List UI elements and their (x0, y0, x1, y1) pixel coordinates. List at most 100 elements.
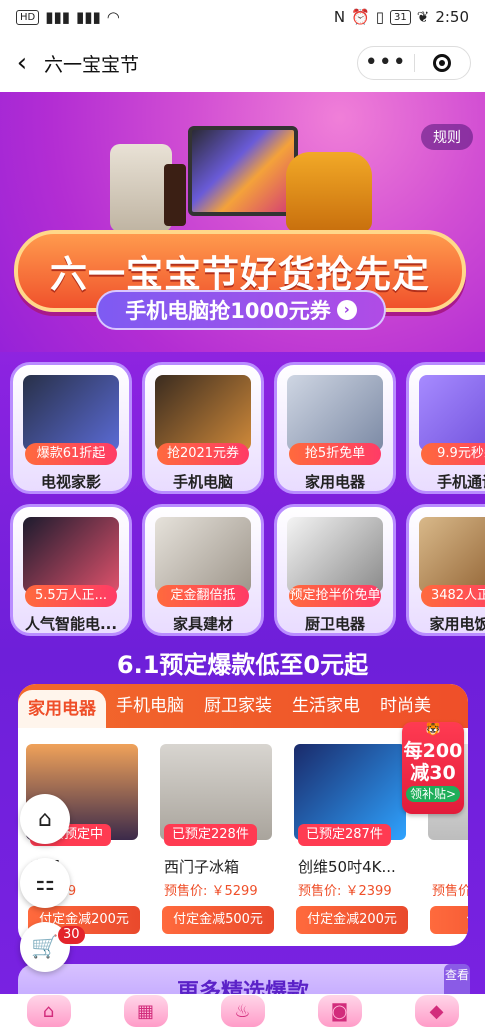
section-title: 6.1预定爆款低至0元起 (116, 650, 369, 679)
category-name: 家用电饭煲 (429, 615, 485, 633)
close-target-button[interactable] (415, 54, 471, 72)
tab-life-appliances[interactable]: 生活家电 (282, 684, 370, 728)
product-price: 预售价: (432, 884, 468, 899)
page-content: 规则 六一宝宝节好货抢先定 手机电脑抢1000元券 › 爆款61折起 电视家影 … (0, 92, 485, 1028)
grid-icon: ⚏ (35, 870, 55, 896)
rules-button[interactable]: 规则 (421, 124, 473, 150)
nav-hot[interactable]: ♨ (220, 995, 265, 1027)
signal-icon-2: ▮▮▮ (76, 8, 101, 26)
coupon-button[interactable]: 手机电脑抢1000元券 › (96, 290, 386, 330)
category-row-2: 5.5万人正... 人气智能电... 定金翻倍抵 家具建材 预定抢半价免单 厨卫… (0, 504, 485, 644)
category-smart-tv[interactable]: 5.5万人正... 人气智能电... (10, 504, 132, 636)
category-tag: 9.9元秒杀 (421, 443, 485, 465)
category-tag: 爆款61折起 (25, 443, 117, 465)
deposit-button[interactable]: 付定金 (430, 906, 468, 934)
subsidy-claim: 领补贴> (406, 786, 460, 802)
product-name: 创维50吋4K... (298, 858, 396, 876)
product-card[interactable]: 已预定287件 创维50吋4K... 预售价: ￥2399 付定金减200元 (286, 736, 412, 936)
status-bar: HD ▮▮▮ ▮▮▮ ◠ N ⏰ ▯ 31 ❦ 2:50 (0, 0, 485, 34)
category-image (23, 517, 119, 593)
category-tv[interactable]: 爆款61折起 电视家影 (10, 362, 132, 494)
category-image (287, 517, 383, 593)
category-name: 电视家影 (40, 473, 101, 491)
leaf-icon: ❦ (416, 8, 430, 26)
category-name: 厨卫电器 (304, 615, 365, 633)
washer-icon: ◙ (330, 1000, 349, 1022)
diamond-icon: ◆ (429, 1000, 444, 1022)
house-icon: ⌂ (42, 1000, 55, 1022)
category-name: 人气智能电... (24, 615, 118, 633)
title-bar: ‹ 六一宝宝节 ••• (0, 34, 485, 92)
product-price: 预售价: ￥5299 (164, 884, 258, 899)
category-image (419, 517, 485, 593)
nav-washer[interactable]: ◙ (317, 995, 362, 1027)
category-tag: 3482人正在 (421, 585, 485, 607)
category-name: 家具建材 (172, 615, 233, 633)
category-image (287, 375, 383, 451)
coupon-text: 手机电脑抢1000元券 (125, 299, 331, 323)
alarm-icon: ⏰ (351, 8, 370, 26)
category-rice-cooker[interactable]: 3482人正在 家用电饭煲 (406, 504, 485, 636)
bottom-nav: ⌂ ▦ ♨ ◙ ◆ (0, 994, 485, 1028)
category-phones[interactable]: 9.9元秒杀 手机通讯 (406, 362, 485, 494)
sold-badge: 已预定228件 (164, 824, 257, 846)
hero-banner: 规则 六一宝宝节好货抢先定 手机电脑抢1000元券 › (0, 92, 485, 352)
category-tag: 预定抢半价免单 (289, 585, 381, 607)
category-furniture[interactable]: 定金翻倍抵 家具建材 (142, 504, 264, 636)
vibrate-icon: ▯ (375, 8, 384, 26)
cart-count-badge: 30 (58, 926, 85, 944)
chevron-left-icon: ‹ (16, 48, 28, 78)
subsidy-float[interactable]: 🐯 每200 减30 领补贴> (402, 722, 464, 814)
category-kitchen[interactable]: 预定抢半价免单 厨卫电器 (274, 504, 396, 636)
category-name: 手机电脑 (172, 473, 233, 491)
category-tag: 抢2021元券 (157, 443, 249, 465)
hd-badge: HD (16, 9, 40, 25)
target-icon (433, 54, 452, 72)
category-tag: 定金翻倍抵 (157, 585, 249, 607)
more-button[interactable]: ••• (358, 52, 414, 74)
house-icon: ⌂ (38, 806, 52, 832)
hero-products-image (110, 122, 380, 232)
category-name: 手机通讯 (436, 473, 485, 491)
nav-categories[interactable]: ▦ (123, 995, 168, 1027)
back-button[interactable]: ‹ (0, 34, 44, 92)
product-list: 火爆预定中 电视 ￥2399 付定金减200元 已预定228件 西门子冰箱 预售… (18, 736, 468, 936)
tab-phone-pc[interactable]: 手机电脑 (106, 684, 194, 728)
product-card[interactable]: 已预定228件 西门子冰箱 预售价: ￥5299 付定金减500元 (152, 736, 278, 936)
tab-appliances[interactable]: 家用电器 (18, 690, 106, 728)
signal-icon: ▮▮▮ (45, 8, 70, 26)
battery-level: 31 (390, 9, 411, 25)
tablet-image (188, 126, 298, 216)
tab-kitchen[interactable]: 厨卫家装 (194, 684, 282, 728)
wifi-icon: ◠ (106, 8, 120, 26)
categories-float-button[interactable]: ⚏ (20, 858, 70, 908)
subsidy-line2: 减30 (410, 762, 456, 784)
category-tabs: 家用电器 手机电脑 厨卫家装 生活家电 时尚美 (18, 684, 468, 728)
category-image (155, 517, 251, 593)
mini-program-capsule: ••• (357, 46, 471, 80)
product-panel: 家用电器 手机电脑 厨卫家装 生活家电 时尚美 火爆预定中 电视 ￥2399 付… (18, 684, 468, 946)
mascot-icon: 🐯 (425, 722, 441, 736)
category-name: 家用电器 (304, 473, 365, 491)
heater-image (110, 144, 172, 232)
home-float-button[interactable]: ⌂ (20, 794, 70, 844)
subsidy-line1: 每200 (403, 740, 463, 762)
category-phone-pc[interactable]: 抢2021元券 手机电脑 (142, 362, 264, 494)
status-left: HD ▮▮▮ ▮▮▮ ◠ (16, 8, 120, 26)
deposit-button[interactable]: 付定金减500元 (162, 906, 274, 934)
page-title: 六一宝宝节 (44, 53, 140, 76)
nav-gift[interactable]: ◆ (414, 995, 459, 1027)
deposit-button[interactable]: 付定金减200元 (296, 906, 408, 934)
nav-home[interactable]: ⌂ (26, 995, 71, 1027)
category-appliances[interactable]: 抢5折免单 家用电器 (274, 362, 396, 494)
bottle-image (164, 164, 186, 226)
clock-time: 2:50 (435, 8, 469, 26)
category-image (23, 375, 119, 451)
category-tag: 5.5万人正... (25, 585, 117, 607)
product-price: 预售价: ￥2399 (298, 884, 392, 899)
status-right: N ⏰ ▯ 31 ❦ 2:50 (334, 8, 469, 26)
category-image (155, 375, 251, 451)
sold-badge: 已预定287件 (298, 824, 391, 846)
grid-icon: ▦ (136, 1000, 154, 1022)
nfc-icon: N (333, 8, 346, 26)
